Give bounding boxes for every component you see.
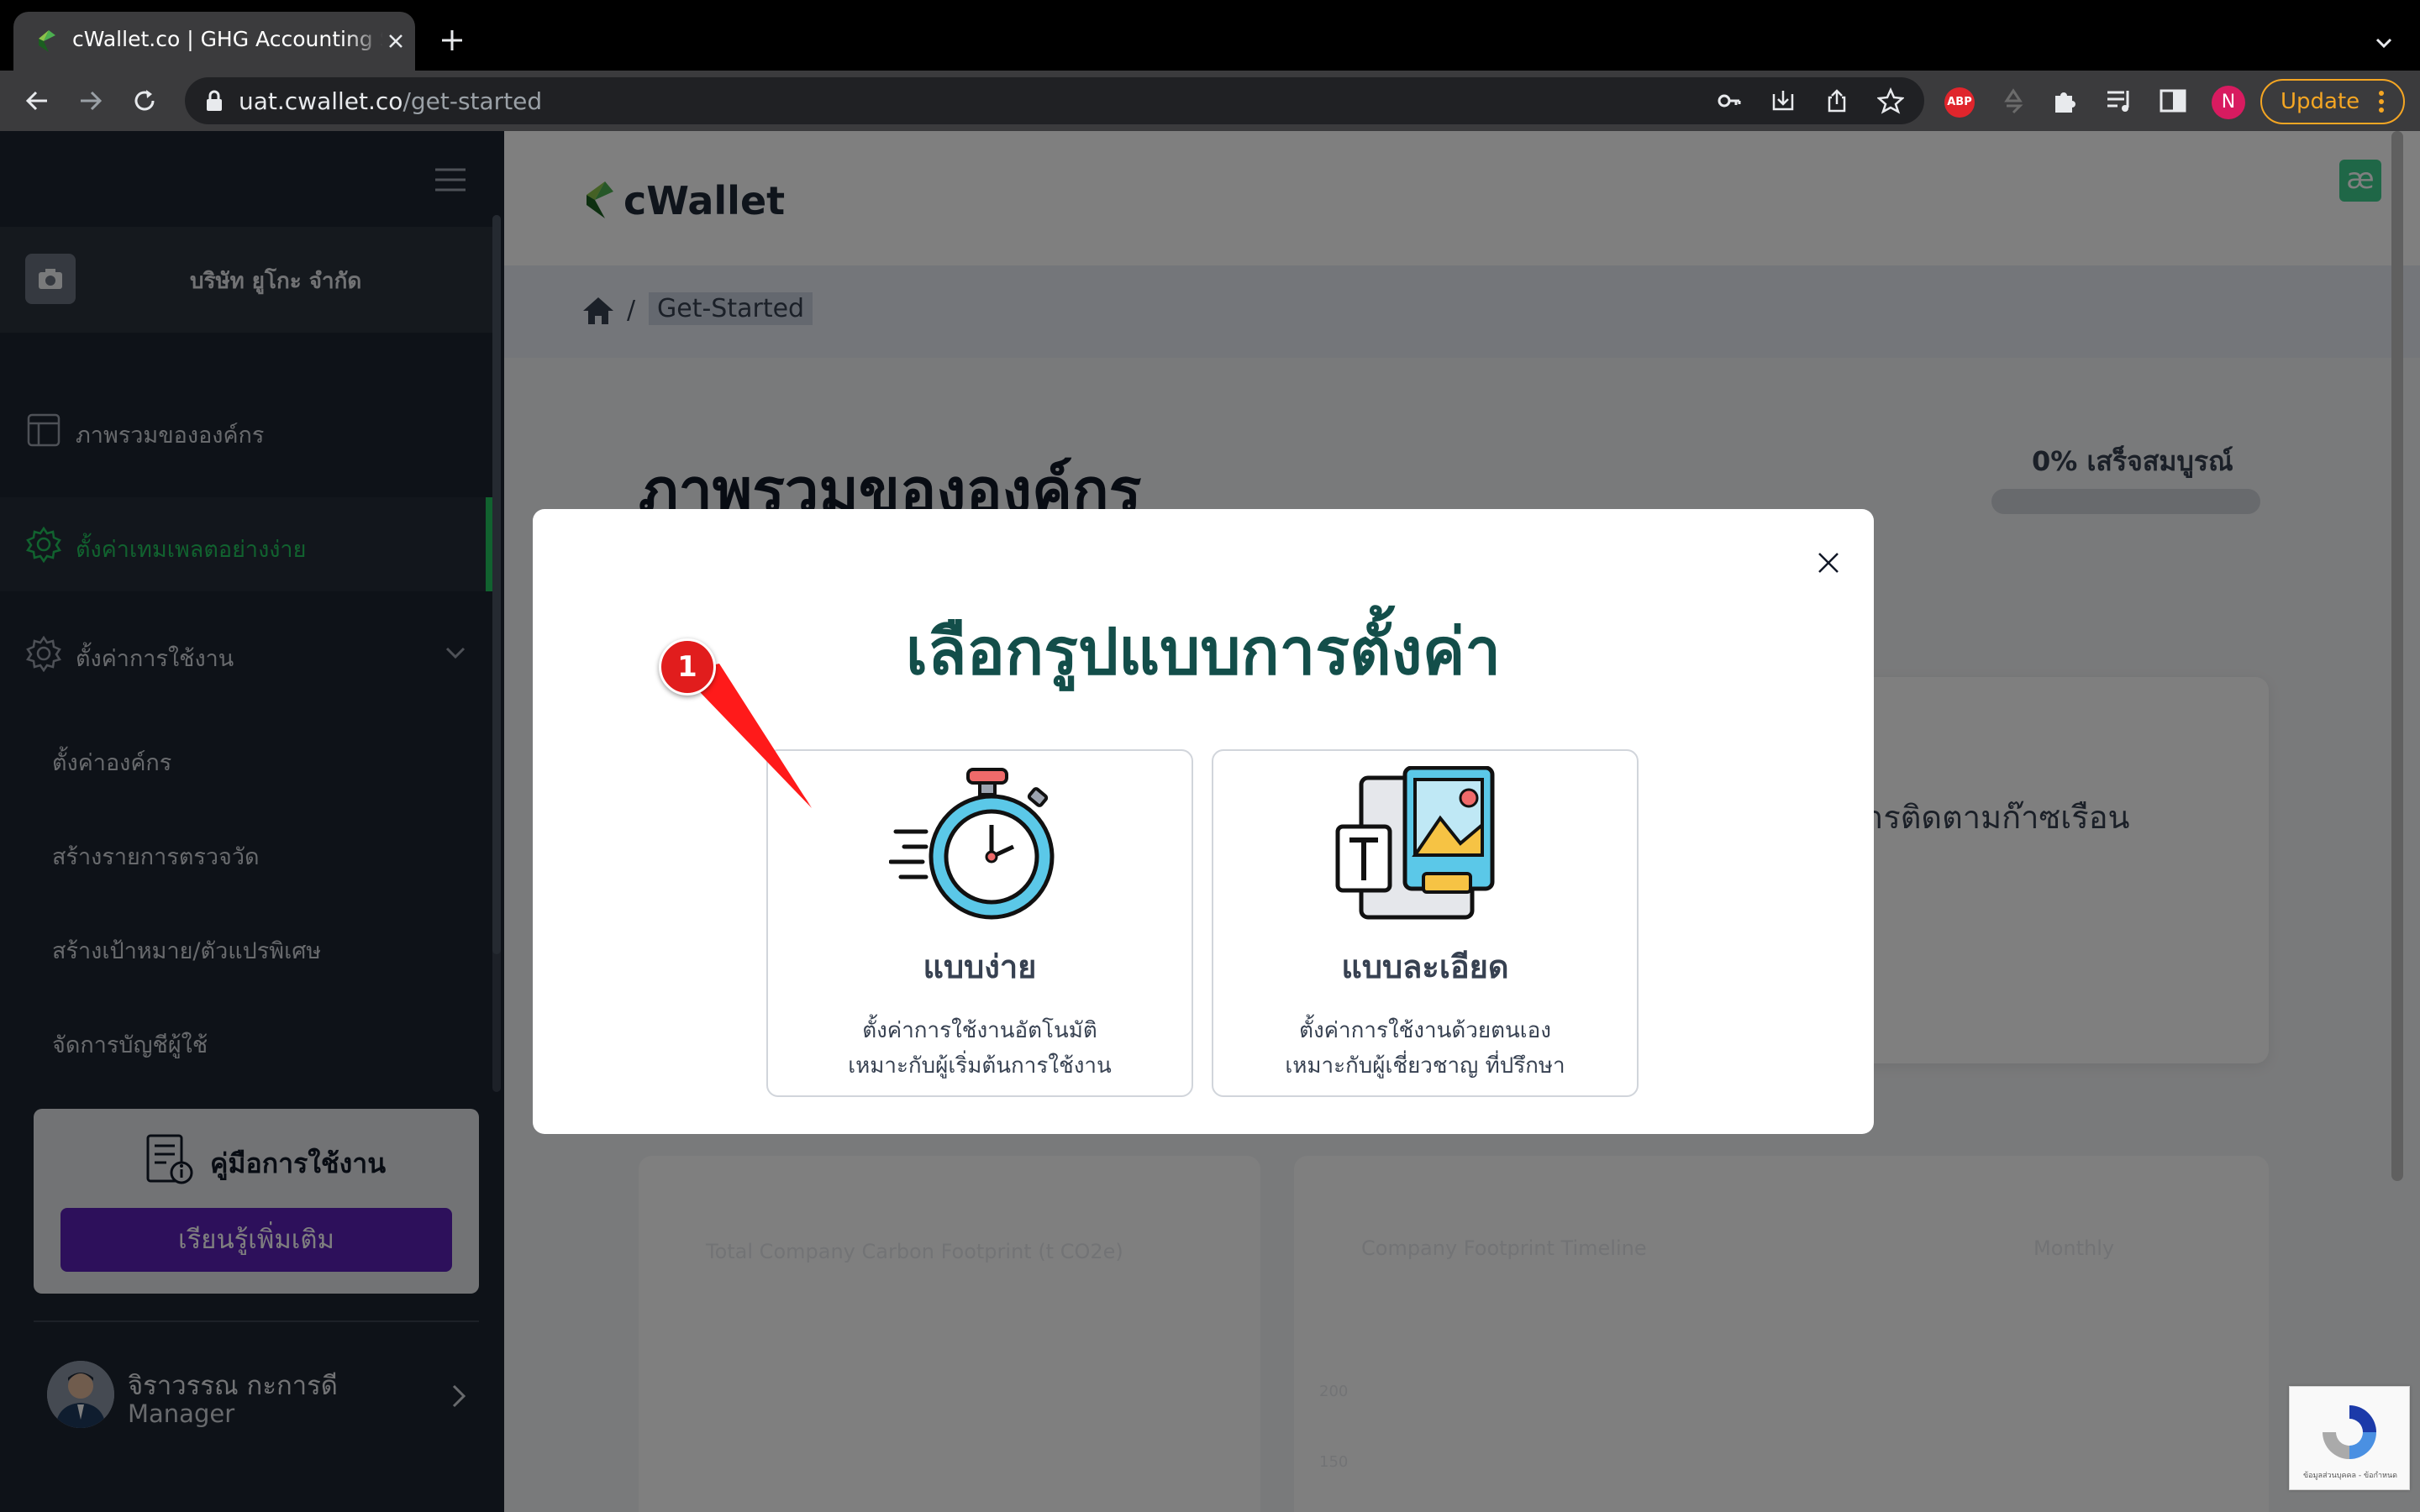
- reload-icon[interactable]: [129, 86, 160, 116]
- tab-close-icon[interactable]: [383, 29, 408, 54]
- install-app-icon[interactable]: [1770, 87, 1797, 114]
- option-desc-line2: เหมาะกับผู้เริ่มต้นการใช้งาน: [848, 1053, 1112, 1079]
- step-number-badge: 1: [659, 638, 716, 696]
- share-icon[interactable]: [1823, 87, 1850, 114]
- recaptcha-badge[interactable]: ข้อมูลส่วนบุคคล - ข้อกำหนด: [2289, 1386, 2410, 1490]
- page-viewport: cWallet æ / Get-Started ภาพรวมขององค์กร …: [0, 131, 2420, 1512]
- browser-tab[interactable]: cWallet.co | GHG Accounting Software: [13, 12, 415, 71]
- stopwatch-icon: [889, 768, 1055, 920]
- browser-toolbar: uat.cwallet.co/get-started: [0, 71, 2420, 131]
- option-desc-line1: ตั้งค่าการใช้งานด้วยตนเอง: [1299, 1018, 1551, 1043]
- back-arrow-icon[interactable]: [22, 86, 52, 116]
- side-panel-icon[interactable]: [2158, 86, 2188, 116]
- update-label: Update: [2281, 89, 2360, 114]
- url-domain: uat.cwallet.co: [239, 87, 403, 115]
- option-detailed-card[interactable]: แบบละเอียด ตั้งค่าการใช้งานด้วยตนเอง เหม…: [1212, 749, 1639, 1097]
- new-tab-icon[interactable]: [437, 25, 467, 55]
- media-queue-icon[interactable]: [2104, 86, 2134, 116]
- devices-icon: [1335, 766, 1495, 920]
- puzzle-extensions-icon[interactable]: [2050, 86, 2081, 116]
- more-vert-icon: [2379, 91, 2384, 113]
- forward-arrow-icon[interactable]: [76, 86, 106, 116]
- dialog-title: เลือกรูปแบบการตั้งค่า: [905, 614, 1502, 689]
- address-bar[interactable]: uat.cwallet.co/get-started: [185, 77, 1924, 124]
- browser-tab-bar: cWallet.co | GHG Accounting Software: [0, 0, 2420, 71]
- bookmark-star-icon[interactable]: [1877, 87, 1904, 114]
- recycle-extension-icon[interactable]: [1998, 86, 2028, 116]
- setup-mode-dialog: เลือกรูปแบบการตั้งค่า แบบง่าย ตั้งค่าการ…: [533, 509, 1874, 1134]
- recaptcha-icon: [2323, 1405, 2376, 1459]
- option-title: แบบละเอียด: [1341, 948, 1509, 985]
- tab-search-chevron-icon[interactable]: [2371, 30, 2396, 55]
- option-simple-card[interactable]: แบบง่าย ตั้งค่าการใช้งานอัตโนมัติ เหมาะก…: [766, 749, 1193, 1097]
- key-icon[interactable]: [1716, 87, 1743, 114]
- tab-title: cWallet.co | GHG Accounting Software: [72, 27, 383, 51]
- update-button[interactable]: Update: [2260, 79, 2405, 124]
- close-icon[interactable]: [1815, 549, 1842, 576]
- adblock-plus-extension[interactable]: ABP: [1944, 87, 1975, 118]
- lock-icon[interactable]: [203, 89, 225, 113]
- url-text: uat.cwallet.co/get-started: [239, 87, 542, 115]
- option-desc-line2: เหมาะกับผู้เชี่ยวชาญ ที่ปรึกษา: [1285, 1053, 1565, 1079]
- profile-avatar[interactable]: N: [2212, 86, 2245, 119]
- option-desc-line1: ตั้งค่าการใช้งานอัตโนมัติ: [862, 1018, 1097, 1043]
- cwallet-favicon-icon: [39, 30, 55, 52]
- option-title: แบบง่าย: [923, 948, 1037, 985]
- url-path: /get-started: [402, 87, 543, 115]
- recaptcha-text: ข้อมูลส่วนบุคคล - ข้อกำหนด: [2303, 1472, 2397, 1480]
